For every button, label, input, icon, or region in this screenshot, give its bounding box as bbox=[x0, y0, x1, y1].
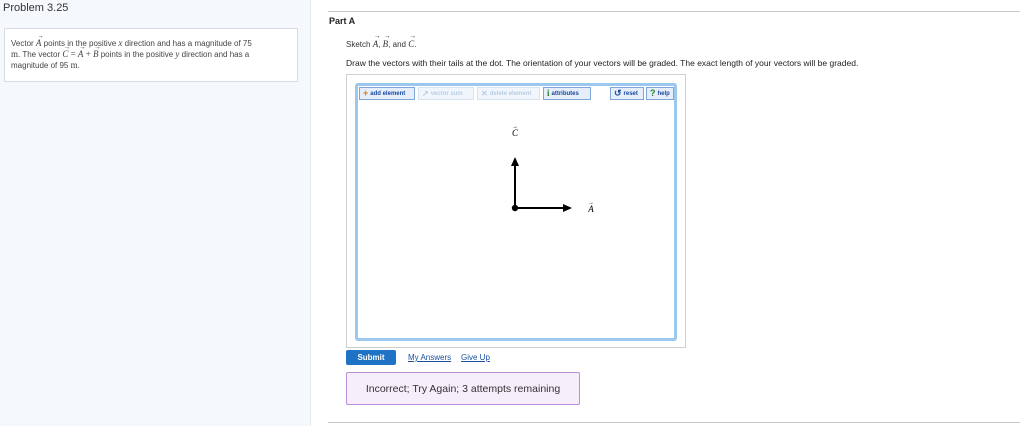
vector-canvas[interactable]: C → A → bbox=[358, 102, 674, 338]
stmt-text: direction and has a bbox=[181, 50, 250, 59]
vector-c-symbol: C bbox=[62, 42, 70, 59]
sketch-text: , and bbox=[388, 40, 406, 49]
sketch-text: , bbox=[378, 40, 381, 49]
give-up-link[interactable]: Give Up bbox=[461, 353, 490, 362]
unit-m: m bbox=[70, 60, 78, 70]
question-icon: ? bbox=[650, 88, 656, 98]
vector-c-arrowhead bbox=[511, 157, 519, 166]
problem-title: Problem 3.25 bbox=[3, 2, 69, 14]
info-icon: i bbox=[547, 88, 550, 98]
vector-sum-icon: ↗ bbox=[422, 89, 429, 98]
y-symbol: y bbox=[175, 49, 180, 59]
feedback-message: Incorrect; Try Again; 3 attempts remaini… bbox=[346, 372, 580, 405]
stmt-text: Vector bbox=[11, 39, 34, 48]
vector-c-label-arrow: → bbox=[512, 124, 518, 130]
vector-a-label-arrow: → bbox=[588, 200, 594, 206]
sketch-text: . bbox=[414, 40, 417, 49]
reset-label: reset bbox=[623, 90, 638, 97]
delete-element-button[interactable]: ✕ delete element bbox=[477, 87, 540, 100]
my-answers-link[interactable]: My Answers bbox=[408, 353, 451, 362]
submit-button[interactable]: Submit bbox=[346, 350, 396, 365]
stmt-text: . bbox=[77, 61, 80, 70]
problem-panel: Problem 3.25 Vector A points in the posi… bbox=[0, 0, 311, 426]
stmt-text: magnitude of 95 bbox=[11, 61, 69, 70]
stmt-text: . The vector bbox=[18, 50, 61, 59]
equals-symbol: = bbox=[70, 49, 76, 59]
delete-element-label: delete element bbox=[489, 90, 532, 97]
instruction-text: Draw the vectors with their tails at the… bbox=[346, 58, 859, 68]
stmt-text: direction and has a magnitude of 75 bbox=[124, 39, 252, 48]
vector-b-symbol: B bbox=[383, 32, 390, 49]
sketch-text: Sketch bbox=[346, 40, 371, 49]
delete-x-icon: ✕ bbox=[481, 89, 488, 98]
tail-dot bbox=[511, 204, 519, 212]
vector-a-symbol: A bbox=[373, 32, 380, 49]
attributes-button[interactable]: i attributes bbox=[543, 87, 591, 100]
drawing-toolbar: + add element ↗ vector sum ✕ delete elem… bbox=[358, 86, 674, 102]
vector-a-symbol: A bbox=[78, 42, 85, 59]
x-symbol: x bbox=[118, 38, 123, 48]
help-button[interactable]: ? help bbox=[646, 87, 674, 100]
vector-a-symbol: A bbox=[36, 31, 43, 48]
vector-sum-button[interactable]: ↗ vector sum bbox=[418, 87, 474, 100]
plus-symbol: + bbox=[85, 49, 91, 59]
vector-b-symbol: B bbox=[93, 42, 100, 59]
plus-icon: + bbox=[363, 88, 369, 98]
part-title: Part A bbox=[329, 16, 356, 26]
add-element-button[interactable]: + add element bbox=[359, 87, 415, 100]
reset-button[interactable]: ↺ reset bbox=[610, 87, 644, 100]
divider bbox=[328, 11, 1020, 12]
vector-drawing-tool: + add element ↗ vector sum ✕ delete elem… bbox=[346, 74, 686, 348]
vector-a-arrowhead bbox=[563, 204, 572, 212]
unit-m: m bbox=[11, 49, 19, 59]
help-label: help bbox=[657, 90, 670, 97]
vector-c-symbol: C bbox=[408, 32, 416, 49]
reset-arrow-icon: ↺ bbox=[614, 88, 622, 98]
add-element-label: add element bbox=[370, 90, 406, 97]
problem-statement: Vector A points in the positive x direct… bbox=[4, 28, 298, 82]
vector-sum-label: vector sum bbox=[430, 90, 463, 97]
sketch-prompt: Sketch A, B, and C. bbox=[346, 32, 417, 49]
drawing-area: + add element ↗ vector sum ✕ delete elem… bbox=[355, 83, 677, 341]
attributes-label: attributes bbox=[551, 90, 579, 97]
stmt-text: points in the positive bbox=[100, 50, 174, 59]
divider bbox=[328, 422, 1020, 423]
